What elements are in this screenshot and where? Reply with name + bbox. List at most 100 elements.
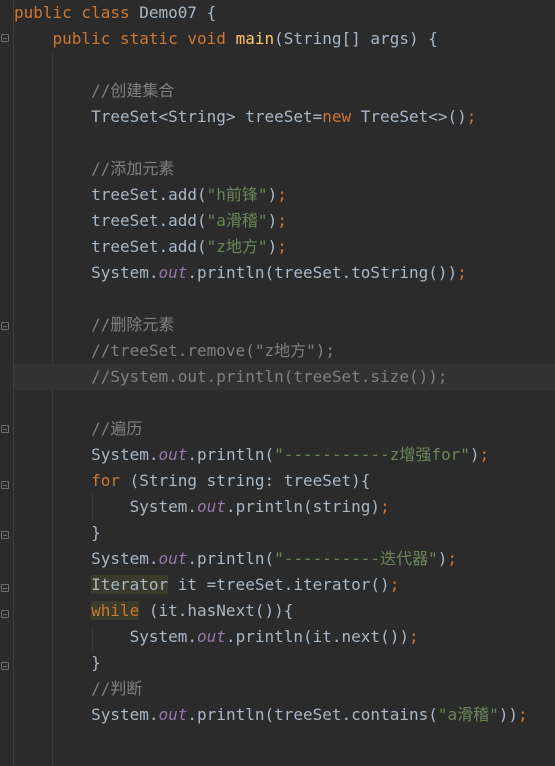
static-field: out (158, 445, 188, 464)
code-text: (it.hasNext()){ (139, 601, 294, 620)
static-field: out (197, 497, 226, 516)
comment: //判断 (91, 679, 143, 698)
static-field: out (197, 627, 226, 646)
fold-marker-icon[interactable] (1, 531, 9, 539)
code-text: TreeSet<>() (351, 107, 467, 126)
code-text: .println(treeSet.contains( (187, 705, 438, 724)
static-field: out (158, 549, 188, 568)
fold-marker-icon[interactable] (1, 481, 9, 489)
code-line: //创建集合 (14, 78, 555, 104)
code-line: while (it.hasNext()){ (14, 598, 555, 624)
code-line: System.out.println("-----------z增强for"); (14, 442, 555, 468)
code-line: } (14, 520, 555, 546)
code-line: System.out.println(it.next()); (14, 624, 555, 650)
brace: } (91, 523, 101, 542)
static-field: out (158, 705, 188, 724)
string-literal: "a滑稽" (206, 211, 268, 230)
code-editor[interactable]: public class Demo07 { public static void… (14, 0, 555, 766)
semicolon: ; (389, 575, 400, 594)
fold-marker-icon[interactable] (1, 322, 9, 330)
code-text: ) (469, 445, 480, 464)
code-line: public static void main(String[] args) { (14, 26, 555, 52)
code-text: .println( (187, 549, 275, 568)
class-name: Iterator (91, 575, 169, 594)
comment: //遍历 (91, 419, 143, 438)
semicolon: ; (466, 107, 477, 126)
string-literal: "a滑稽" (437, 705, 499, 724)
code-text: System. (129, 627, 198, 646)
code-line-current: //System.out.println(treeSet.size()); (14, 364, 555, 390)
code-text: .println(string) (225, 497, 381, 516)
method-name: main (235, 29, 275, 48)
code-line: //判断 (14, 676, 555, 702)
semicolon: ; (457, 263, 467, 282)
code-line: public class Demo07 { (14, 0, 555, 26)
code-line: treeSet.add("a滑稽"); (14, 208, 555, 234)
fold-marker-icon[interactable] (1, 662, 9, 670)
code-line: Iterator it =treeSet.iterator(); (14, 572, 555, 598)
code-text: ) (267, 237, 278, 256)
code-text: (String[] args) { (274, 29, 438, 48)
comment: //删除元素 (91, 315, 175, 334)
code-text: .println(it.next()) (225, 627, 409, 646)
code-text: System. (129, 497, 198, 516)
brace: } (91, 653, 101, 672)
fold-marker-icon[interactable] (1, 584, 9, 592)
code-text: treeSet.add( (91, 211, 207, 230)
semicolon: ; (408, 627, 419, 646)
semicolon: ; (277, 185, 287, 204)
semicolon: ; (518, 705, 528, 724)
code-line: System.out.println(treeSet.toString()); (14, 260, 555, 286)
comment: //System.out.println(treeSet.size()); (91, 367, 448, 386)
code-line: //遍历 (14, 416, 555, 442)
fold-marker-icon[interactable] (1, 425, 9, 433)
code-line: TreeSet<String> treeSet=new TreeSet<>(); (14, 104, 555, 130)
code-text: treeSet.add( (91, 237, 207, 256)
code-text: treeSet.add( (91, 185, 207, 204)
code-text: it =treeSet.iterator() (168, 575, 390, 594)
string-literal: "----------迭代器" (274, 549, 438, 568)
keyword: while (91, 601, 140, 620)
semicolon: ; (479, 445, 490, 464)
code-line: //添加元素 (14, 156, 555, 182)
code-text: )) (498, 705, 519, 724)
keyword: public static void (52, 29, 226, 48)
code-text: System. (91, 445, 159, 464)
code-text: ) (437, 549, 448, 568)
class-name: Demo07 (139, 3, 198, 22)
semicolon: ; (380, 497, 390, 516)
comment: //treeSet.remove("z地方"); (91, 341, 335, 360)
code-text: ) (267, 211, 278, 230)
code-line: treeSet.add("h前锋"); (14, 182, 555, 208)
string-literal: "z地方" (206, 237, 268, 256)
semicolon: ; (277, 237, 287, 256)
code-line: System.out.println(treeSet.contains("a滑稽… (14, 702, 555, 728)
static-field: out (158, 263, 188, 282)
comment: //添加元素 (91, 159, 175, 178)
comment: //创建集合 (91, 81, 175, 100)
keyword: new (322, 107, 352, 126)
keyword: public class (14, 3, 130, 22)
keyword: for (91, 471, 120, 490)
string-literal: "-----------z增强for" (274, 445, 470, 464)
fold-marker-icon[interactable] (1, 34, 9, 42)
code-line: } (14, 650, 555, 676)
code-line: treeSet.add("z地方"); (14, 234, 555, 260)
code-line: System.out.println("----------迭代器"); (14, 546, 555, 572)
string-literal: "h前锋" (206, 185, 268, 204)
code-line: //treeSet.remove("z地方"); (14, 338, 555, 364)
code-text: System. (91, 263, 159, 282)
code-text: (String string: treeSet){ (119, 471, 371, 490)
code-text: System. (91, 705, 159, 724)
code-text: ) (267, 185, 278, 204)
semicolon: ; (277, 211, 287, 230)
fold-marker-icon[interactable] (1, 610, 9, 618)
code-text: .println( (187, 445, 275, 464)
code-line: //删除元素 (14, 312, 555, 338)
editor-gutter (0, 0, 14, 766)
code-text: TreeSet<String> treeSet= (91, 107, 323, 126)
code-line: for (String string: treeSet){ (14, 468, 555, 494)
code-text: System. (91, 549, 159, 568)
brace: { (206, 3, 217, 22)
code-text: .println(treeSet.toString()) (187, 263, 458, 282)
